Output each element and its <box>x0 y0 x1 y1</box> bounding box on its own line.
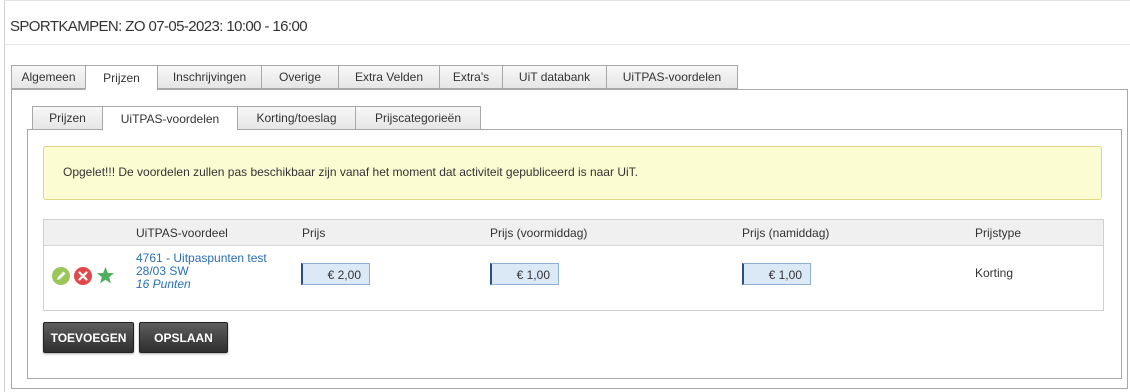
delete-icon[interactable] <box>74 267 92 285</box>
edit-icon[interactable] <box>52 267 70 285</box>
header-prijs-voormiddag: Prijs (voormiddag) <box>490 226 588 240</box>
prijs-namiddag-input[interactable]: € 1,00 <box>742 263 811 285</box>
subtab-uitpas-voordelen[interactable]: UiTPAS-voordelen <box>102 106 237 131</box>
main-tabs: Algemeen Prijzen Inschrijvingen Overige … <box>11 65 738 90</box>
tab-uit-databank[interactable]: UiT databank <box>502 65 606 89</box>
tab-uitpas-voordelen[interactable]: UiTPAS-voordelen <box>606 65 738 89</box>
tab-prijzen[interactable]: Prijzen <box>85 65 157 90</box>
header-prijstype: Prijstype <box>975 226 1022 240</box>
star-icon[interactable] <box>96 266 114 284</box>
page-title: SPORTKAMPEN: ZO 07-05-2023: 10:00 - 16:0… <box>10 18 308 35</box>
tab-algemeen[interactable]: Algemeen <box>11 65 85 89</box>
tab-inschrijvingen[interactable]: Inschrijvingen <box>157 65 261 89</box>
subtab-korting-toeslag[interactable]: Korting/toeslag <box>237 106 355 130</box>
table-header: UiTPAS-voordeel Prijs Prijs (voormiddag)… <box>44 220 1103 246</box>
subtab-prijzen[interactable]: Prijzen <box>32 106 102 130</box>
tab-extra-velden[interactable]: Extra Velden <box>338 65 439 89</box>
voordeel-cell: 4761 - Uitpaspunten test 28/03 SW 16 Pun… <box>136 252 267 291</box>
prijs-input[interactable]: € 2,00 <box>301 263 370 285</box>
prijs-voormiddag-input[interactable]: € 1,00 <box>490 263 559 285</box>
sub-tabs: Prijzen UiTPAS-voordelen Korting/toeslag… <box>32 106 481 131</box>
tab-overige[interactable]: Overige <box>261 65 338 89</box>
warning-message: Opgelet!!! De voordelen zullen pas besch… <box>43 146 1102 200</box>
subtab-prijscategorieen[interactable]: Prijscategorieën <box>355 106 481 130</box>
header-prijs: Prijs <box>302 226 326 240</box>
toevoegen-button[interactable]: TOEVOEGEN <box>43 322 134 353</box>
tab-extras[interactable]: Extra's <box>439 65 502 89</box>
header-uitpas-voordeel: UiTPAS-voordeel <box>136 226 228 240</box>
punten-label: 16 Punten <box>136 277 191 291</box>
opslaan-button[interactable]: OPSLAAN <box>139 322 228 353</box>
title-divider <box>5 44 1130 45</box>
prijstype-value: Korting <box>975 266 1014 280</box>
header-prijs-namiddag: Prijs (namiddag) <box>742 226 830 240</box>
